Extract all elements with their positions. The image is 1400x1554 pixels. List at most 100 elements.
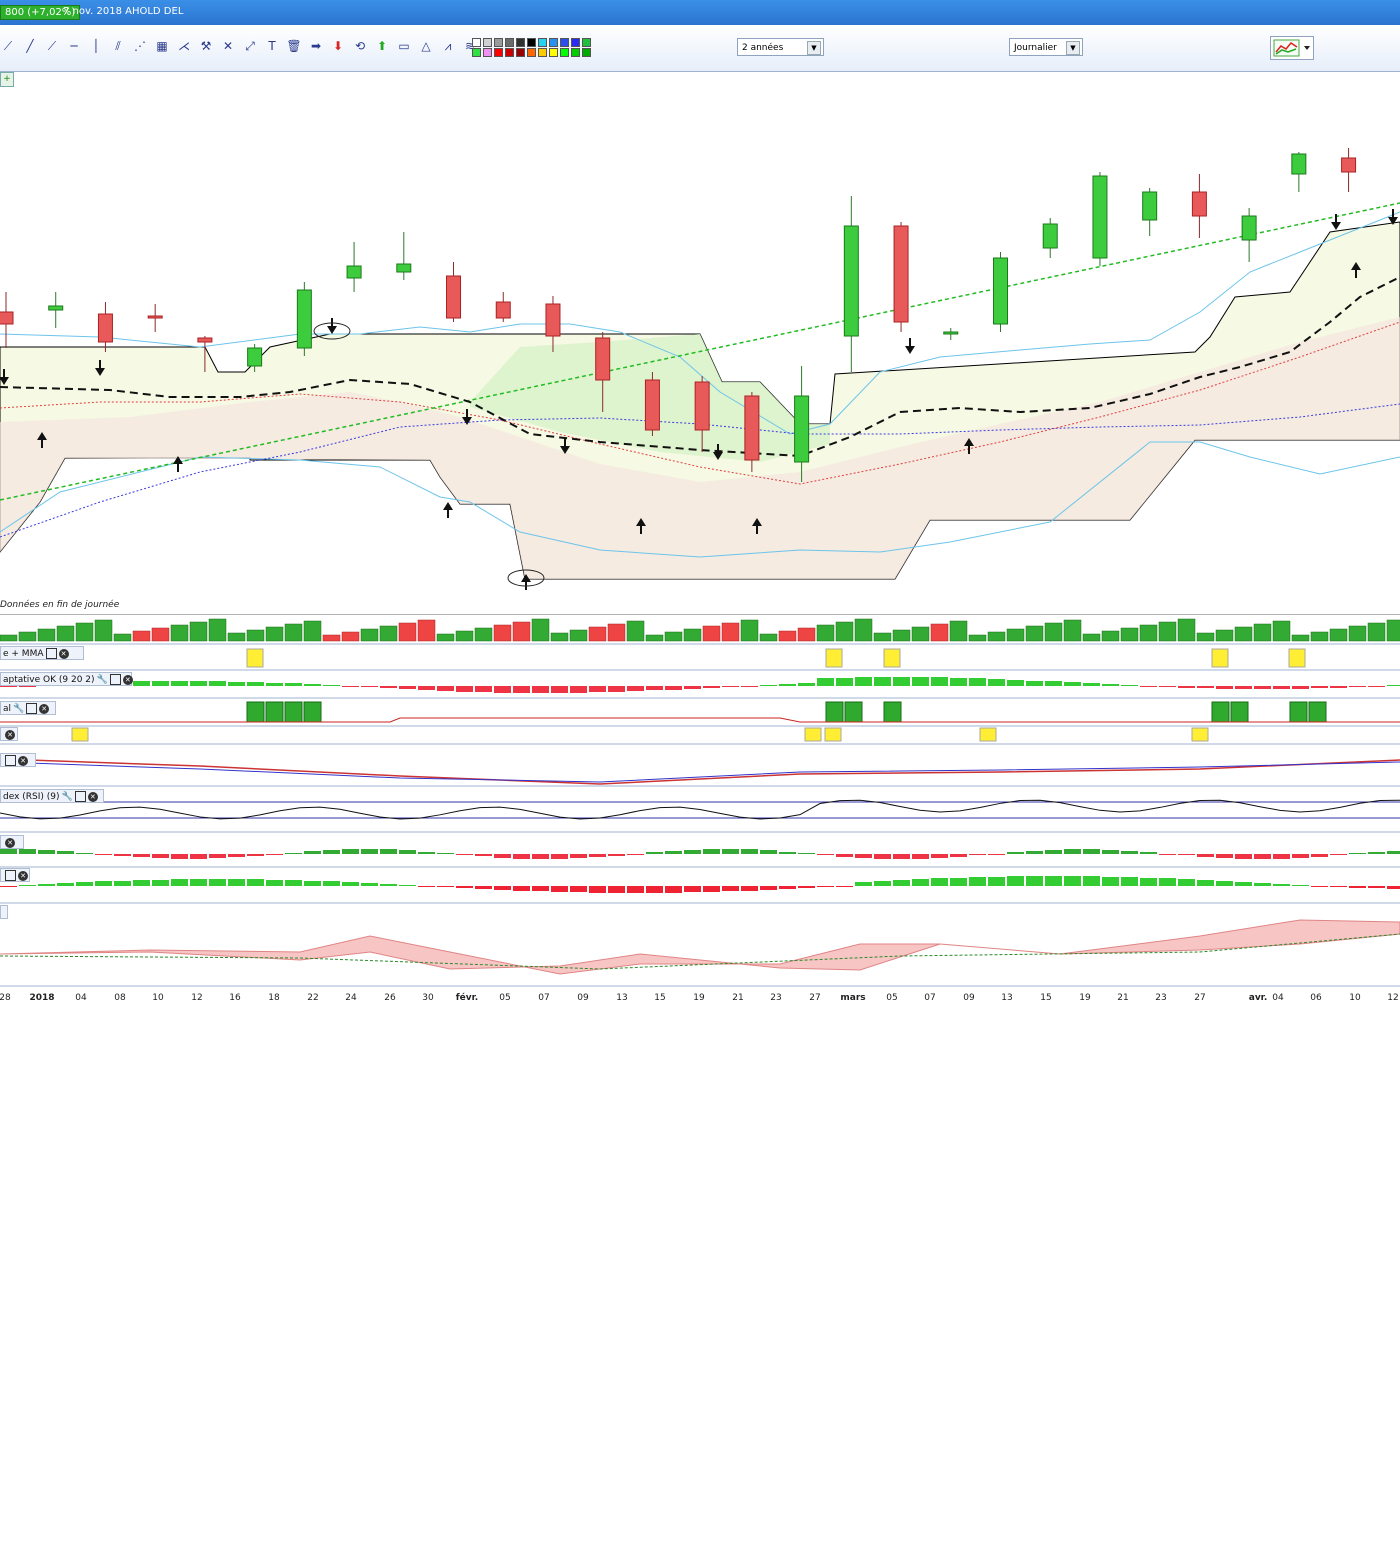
grid-icon[interactable]: ▦ [154,38,170,54]
volume-bar [37,628,56,642]
color-swatch[interactable] [549,38,558,47]
period-select[interactable]: 2 années ▼ [737,38,824,56]
histogram-bar [646,852,663,854]
histogram-bar [1235,882,1252,886]
color-swatch[interactable] [571,48,580,57]
color-swatch[interactable] [560,38,569,47]
color-swatch[interactable] [527,48,536,57]
histogram-bar [285,880,302,886]
oscillator-bar [456,686,473,692]
window-icon[interactable] [45,648,57,659]
histogram-bar [855,882,872,886]
color-swatch[interactable] [560,48,569,57]
x-axis-label: 15 [1040,993,1052,1003]
signal-marker [246,648,264,668]
color-swatch[interactable] [505,38,514,47]
arrow-down-icon[interactable]: ⬇ [330,38,346,54]
rectangle-icon[interactable]: ▭ [396,38,412,54]
color-swatch[interactable] [505,48,514,57]
volume-bar [75,622,94,642]
vertical-line-icon[interactable]: │ [88,38,104,54]
volume-bar [284,623,303,642]
hammer-icon[interactable]: ⚒ [198,38,214,54]
x-axis-label: mars [840,993,866,1003]
oscillator-bar [1349,686,1366,687]
trash-icon[interactable]: 🗑 [286,38,302,54]
color-swatch[interactable] [571,38,580,47]
histogram-bar [551,886,568,892]
color-swatch[interactable] [483,38,492,47]
text-icon[interactable]: T [264,38,280,54]
histogram-bar [285,853,302,854]
color-swatch[interactable] [472,38,481,47]
triangle-icon[interactable]: △ [418,38,434,54]
window-icon[interactable] [5,870,16,881]
rotate-icon[interactable]: ⟲ [352,38,368,54]
interval-select[interactable]: Journalier ▼ [1009,38,1083,56]
oscillator-bar [152,681,169,686]
oscillator-bar [1102,684,1119,686]
fan-icon[interactable]: ⋰ [132,38,148,54]
color-swatch[interactable] [527,38,536,47]
oscillator-bar [1387,685,1400,686]
chart-type-button[interactable] [1270,36,1314,60]
signal-block [246,701,265,723]
ray-icon[interactable]: ⤢ [242,38,258,54]
period-value: 2 années [742,43,784,53]
close-icon[interactable]: ✕ [39,703,50,714]
close-icon[interactable]: ✕ [18,870,28,881]
color-swatch[interactable] [538,38,547,47]
wrench-icon[interactable]: 🔧 [62,792,73,802]
close-icon[interactable]: ✕ [87,791,98,802]
window-title: 7 nov. 2018 AHOLD DEL [63,6,184,17]
histogram-bar [1292,885,1309,886]
histogram-bar [133,854,150,857]
arrow-up-icon[interactable]: ⬆ [374,38,390,54]
x-axis-label: 13 [616,993,628,1003]
color-swatch[interactable] [516,38,525,47]
color-swatch[interactable] [538,48,547,57]
wrench-icon[interactable]: 🔧 [97,675,108,685]
arrow-right-icon[interactable]: ➡ [308,38,324,54]
window-icon[interactable] [109,674,121,685]
close-icon[interactable]: ✕ [122,674,133,685]
gann-icon[interactable]: ⋌ [176,38,192,54]
color-swatch[interactable] [582,38,591,47]
horizontal-line-icon[interactable]: ─ [66,38,82,54]
window-icon[interactable] [26,703,38,714]
close-icon[interactable]: ✕ [5,729,15,740]
color-swatch[interactable] [483,48,492,57]
histogram-bar [817,886,834,887]
signal-block [1211,701,1230,723]
color-swatch[interactable] [582,48,591,57]
close-icon[interactable]: ✕ [5,837,15,848]
color-swatch[interactable] [549,48,558,57]
oscillator-bar [798,683,815,686]
color-swatch[interactable] [516,48,525,57]
histogram-bar [703,886,720,892]
signal-block [284,701,303,723]
line-icon[interactable]: ╱ [22,38,38,54]
trendline-icon[interactable]: ⟋ [44,38,60,54]
volume-bar [892,629,911,642]
histogram-bar [988,877,1005,886]
oscillator-bar [779,684,796,686]
color-swatch[interactable] [494,48,503,57]
zigzag-icon[interactable]: ⩘ [440,38,456,54]
close-icon[interactable]: ✕ [18,755,28,766]
histogram-bar [627,854,644,855]
window-icon[interactable] [5,755,16,766]
wrench-icon[interactable]: 🔧 [13,704,24,714]
cross-icon[interactable]: ✕ [220,38,236,54]
color-swatch[interactable] [494,38,503,47]
histogram-bar [779,852,796,854]
x-axis-label: 23 [1155,993,1167,1003]
close-icon[interactable]: ✕ [58,648,69,659]
cursor-icon[interactable]: ⟋ [0,38,16,54]
window-icon[interactable] [74,791,86,802]
color-swatch[interactable] [472,48,481,57]
histogram-bar [1026,851,1043,854]
channel-icon[interactable]: ⫽ [110,38,126,54]
volume-bar [1082,633,1101,642]
histogram-bar [1235,854,1252,859]
